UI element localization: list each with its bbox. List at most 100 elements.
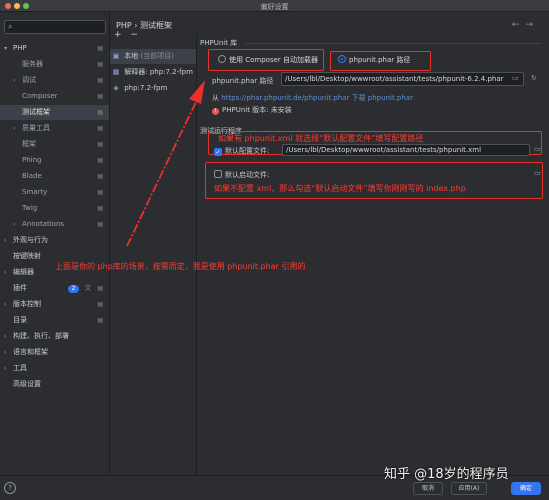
annotation-box-composer [208,49,324,71]
interpreter-toolbar: + − [114,30,144,40]
sidebar-item-label: 按键映射 [13,252,41,260]
sidebar-item-test-frameworks[interactable]: 测试框架 ▤ [0,105,109,120]
annotation-box-phar [330,51,431,71]
folder-icon[interactable]: ▭ [512,74,519,82]
window-titlebar: 偏好设置 [0,0,549,12]
interpreter-hint: (当前项目) [140,52,174,60]
sidebar-item-label: Phing [22,156,42,164]
project-settings-icon: ▤ [97,157,103,164]
download-prefix: 从 [212,94,219,102]
default-config-checkbox[interactable]: ✓ 默认配置文件: [214,146,269,156]
annotation-box-bootstrap [205,162,543,199]
sidebar-item-twig[interactable]: Twig ▤ [0,201,109,216]
folder-icon[interactable]: ▭ [534,145,541,153]
sidebar-item-plugins[interactable]: 插件 2 文 ▤ [0,281,109,296]
cancel-button[interactable]: 取消 [413,482,443,495]
sidebar-item-annotations[interactable]: › Annotations ▤ [0,217,109,232]
project-settings-icon: ▤ [97,189,103,196]
remove-interpreter-button[interactable]: − [130,30,138,40]
sidebar-item-php[interactable]: ▾ PHP ▤ [0,41,109,56]
sidebar-item-vcs[interactable]: › 版本控制 ▤ [0,297,109,312]
sidebar-item-label: 质量工具 [22,124,50,132]
sidebar-item-quality-tools[interactable]: › 质量工具 ▤ [0,121,109,136]
chevron-right-icon: › [13,77,16,84]
sidebar-item-label: Annotations [22,220,65,228]
help-button[interactable]: ? [4,482,16,494]
sidebar-item-directories[interactable]: 目录 ▤ [0,313,109,328]
sidebar-item-frameworks[interactable]: 框架 ▤ [0,137,109,152]
interpreter-list-panel: + − ▣ 本地 (当前项目) ▦ 解释器: php:7.2-fpm ◈ php… [110,30,197,475]
sidebar-item-label: 构建、执行、部署 [13,332,69,340]
refresh-icon[interactable]: ↻ [531,74,537,82]
project-settings-icon: ▤ [97,301,103,308]
plugin-updates-badge: 2 [68,285,79,293]
docker-icon: ▦ [112,68,120,76]
chevron-right-icon: › [4,237,7,244]
sidebar-item-blade[interactable]: Blade ▤ [0,169,109,184]
sidebar-item-label: 测试框架 [22,108,50,116]
project-settings-icon: ▤ [97,77,103,84]
download-url[interactable]: https://phar.phpunit.de/phpunit.phar [221,94,349,102]
sidebar-item-servers[interactable]: 服务器 ▤ [0,57,109,72]
search-input[interactable]: ⌕ [4,20,106,34]
history-navigation: ←→ [512,20,539,30]
project-settings-icon: ▤ [97,93,103,100]
php-icon: ◈ [113,84,119,92]
ok-button[interactable]: 确定 [511,482,541,495]
chevron-right-icon: › [13,221,16,228]
section-divider [245,43,541,44]
sidebar-item-tools[interactable]: › 工具 [0,361,109,376]
sidebar-item-label: 工具 [13,364,27,372]
project-settings-icon: ▤ [97,221,103,228]
phar-path-input[interactable]: /Users/lbl/Desktop/wwwroot/assistant/tes… [281,72,524,86]
sidebar-item-build[interactable]: › 构建、执行、部署 [0,329,109,344]
sidebar-item-advanced[interactable]: 高级设置 [0,377,109,392]
sidebar-item-label: 编辑器 [13,268,34,276]
checkbox-label: 默认配置文件: [225,147,270,155]
forward-arrow-icon[interactable]: → [525,20,539,30]
download-phpunit-link[interactable]: 从 https://phar.phpunit.de/phpunit.phar 下… [212,93,413,103]
sidebar-item-label: 服务器 [22,60,43,68]
sidebar-item-label: 调试 [22,76,36,84]
project-settings-icon: ▤ [97,285,103,292]
download-suffix[interactable]: 下载 phpunit.phar [352,94,413,102]
project-settings-icon: ▤ [97,317,103,324]
project-settings-icon: ▤ [97,205,103,212]
chevron-right-icon: › [4,349,7,356]
window-title: 偏好设置 [260,3,289,11]
sidebar-item-appearance[interactable]: › 外观与行为 [0,233,109,248]
sidebar-item-debug[interactable]: › 调试 ▤ [0,73,109,88]
sidebar-item-phing[interactable]: Phing ▤ [0,153,109,168]
chevron-right-icon: › [4,269,7,276]
chevron-right-icon: › [13,125,16,132]
chevron-right-icon: › [4,365,7,372]
interpreter-label: 本地 [124,52,139,60]
sidebar-item-languages[interactable]: › 语言和框架 [0,345,109,360]
left-annotation-text: 上面是你的 php库的场景，按需而定，我是使用 phpunit.phar 引用的 [55,262,306,271]
sidebar-item-label: 版本控制 [13,300,41,308]
watermark: 知乎 @18岁的程序员 [384,467,509,482]
checkbox-checked-icon: ✓ [214,148,222,156]
add-interpreter-button[interactable]: + [114,30,122,40]
interpreter-item-docker[interactable]: ▦ 解释器: php:7.2-fpm [110,65,196,80]
sidebar-item-label: Smarty [22,188,48,196]
sidebar-item-composer[interactable]: Composer ▤ [0,89,109,104]
phpunit-library-title: PHPUnit 库 [200,39,238,47]
default-config-path-input[interactable]: /Users/lbl/Desktop/wwwroot/assistant/tes… [282,144,530,156]
sidebar-item-smarty[interactable]: Smarty ▤ [0,185,109,200]
interpreter-label: 解释器: php:7.2-fpm [124,68,193,76]
apply-button[interactable]: 应用(A) [451,482,487,495]
chevron-down-icon: ▾ [4,45,8,52]
project-settings-icon: ▤ [97,141,103,148]
breadcrumb-parent[interactable]: PHP [116,21,132,30]
interpreter-item-local[interactable]: ▣ 本地 (当前项目) [110,49,196,64]
breadcrumb-current: 测试框架 [139,21,172,30]
chevron-right-icon: › [4,333,7,340]
sidebar-item-label: 语言和框架 [13,348,48,356]
project-settings-icon: ▤ [97,125,103,132]
back-arrow-icon[interactable]: ← [512,20,526,30]
breadcrumb-separator: › [134,21,138,30]
sidebar-item-label: 目录 [13,316,27,324]
interpreter-item-php72[interactable]: ◈ php:7.2-fpm [110,81,196,96]
project-settings-icon: ▤ [97,45,103,52]
